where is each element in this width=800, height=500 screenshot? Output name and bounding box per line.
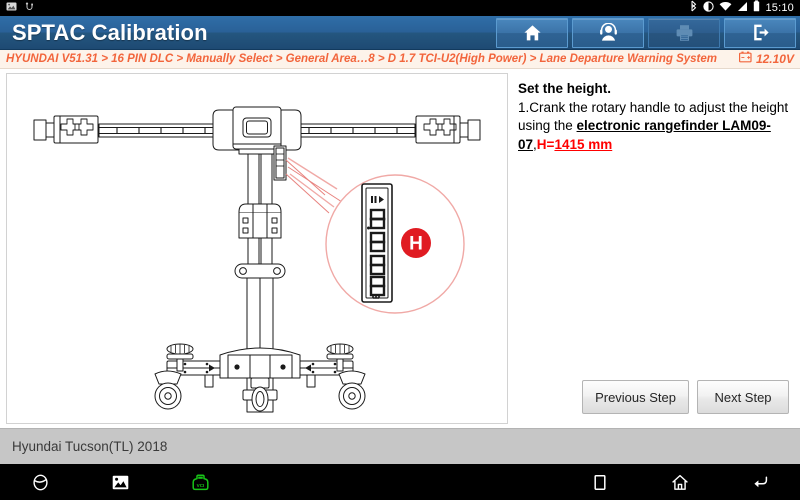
exit-button[interactable] <box>724 17 796 48</box>
vci-icon: VCI <box>191 473 210 491</box>
height-label: H= <box>536 136 555 152</box>
rotation-lock-icon <box>703 0 715 17</box>
android-nav-bar: VCI <box>0 464 800 500</box>
gallery-icon <box>112 475 129 490</box>
electronic-rangefinder-display <box>361 183 393 303</box>
svg-text:H: H <box>409 234 423 255</box>
battery-icon <box>753 0 760 17</box>
back-icon <box>751 474 769 490</box>
home-icon <box>523 24 542 42</box>
voltage-indicator: 12.10V <box>738 51 796 67</box>
step-navigation: Previous Step Next Step <box>512 380 795 424</box>
status-bar-right-icons: 15:10 <box>689 0 794 17</box>
bluetooth-icon <box>689 0 698 17</box>
instruction-heading: Set the height. <box>518 81 612 96</box>
status-bar-left-icons <box>6 0 35 17</box>
page-title: SPTAC Calibration <box>12 19 208 45</box>
nav-right-group <box>560 464 800 500</box>
back-button[interactable] <box>720 464 800 500</box>
app-root: 15:10 SPTAC Calibration HYUNDAI V51.31 >… <box>0 0 800 500</box>
support-button[interactable] <box>572 17 644 48</box>
content-area: H Set the height. 1.Crank the rotary han… <box>0 69 800 428</box>
browser-icon <box>32 474 49 491</box>
svg-text:VCI: VCI <box>196 483 204 488</box>
next-step-button[interactable]: Next Step <box>697 380 789 414</box>
exit-icon <box>751 23 770 42</box>
breadcrumb-path: HYUNDAI V51.31 > 16 PIN DLC > Manually S… <box>6 53 717 65</box>
app-title-bar: SPTAC Calibration <box>0 16 800 50</box>
recents-icon <box>593 474 607 491</box>
breadcrumb: HYUNDAI V51.31 > 16 PIN DLC > Manually S… <box>0 50 800 69</box>
vci-button[interactable]: VCI <box>160 464 240 500</box>
instruction-text: Set the height. 1.Crank the rotary handl… <box>512 73 795 154</box>
height-callout-badge: H <box>401 228 431 258</box>
recents-button[interactable] <box>560 464 640 500</box>
vehicle-status-bar: Hyundai Tucson(TL) 2018 <box>0 428 800 464</box>
usb-icon <box>24 0 35 17</box>
battery-voltage-icon <box>738 51 752 67</box>
calibration-frame-diagram: H <box>6 73 508 424</box>
voltage-value: 12.10V <box>755 52 794 66</box>
wifi-icon <box>719 0 732 17</box>
title-bar-actions <box>492 16 800 49</box>
instruction-panel: Set the height. 1.Crank the rotary handl… <box>512 73 795 424</box>
browser-button[interactable] <box>0 464 80 500</box>
previous-step-button[interactable]: Previous Step <box>582 380 689 414</box>
vehicle-name: Hyundai Tucson(TL) 2018 <box>12 439 168 454</box>
headset-icon <box>599 23 618 42</box>
print-button[interactable] <box>648 17 720 48</box>
home-button[interactable] <box>640 464 720 500</box>
gallery-button[interactable] <box>80 464 160 500</box>
home-button[interactable] <box>496 17 568 48</box>
instruction-step-number: 1. <box>518 99 530 115</box>
home-icon <box>671 474 689 491</box>
nav-left-group: VCI <box>0 464 240 500</box>
signal-icon <box>737 0 748 17</box>
android-status-bar: 15:10 <box>0 0 800 16</box>
status-bar-clock: 15:10 <box>765 2 794 14</box>
printer-icon <box>675 24 694 42</box>
screenshot-icon <box>6 0 17 17</box>
height-value: 1415 mm <box>554 136 613 152</box>
